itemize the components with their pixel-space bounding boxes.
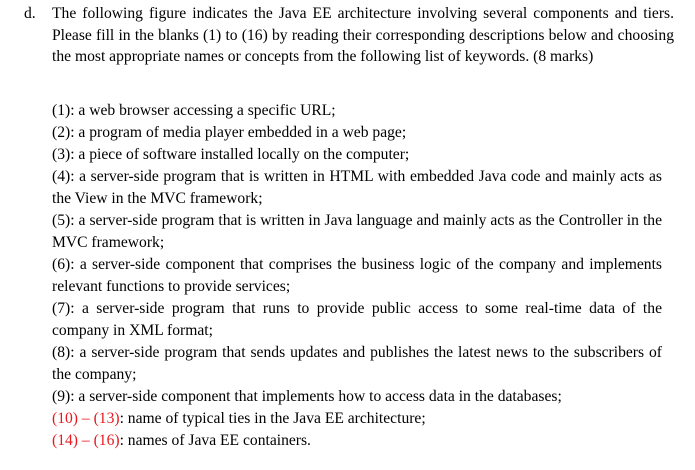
item-text: : a program of media player embedded in … <box>70 124 407 141</box>
item-number: (3) <box>52 146 71 163</box>
list-item: (14) – (16): names of Java EE containers… <box>52 430 662 452</box>
item-number-highlighted: (10) – (13) <box>52 410 120 427</box>
list-item: (2): a program of media player embedded … <box>52 122 662 144</box>
item-text: : name of typical ties in the Java EE ar… <box>119 410 426 427</box>
list-item: (10) – (13): name of typical ties in the… <box>52 408 662 430</box>
list-item: (3): a piece of software installed local… <box>52 144 662 166</box>
item-text: : a piece of software installed locally … <box>70 146 410 163</box>
item-text: : a server-side component that implement… <box>70 388 562 405</box>
item-number: (8) <box>52 344 71 361</box>
item-number: (1) <box>52 102 71 119</box>
question-d: d. The following figure indicates the Ja… <box>24 3 674 68</box>
list-item: (1): a web browser accessing a specific … <box>52 100 662 122</box>
question-label: d. <box>24 5 36 22</box>
item-number-highlighted: (14) – (16) <box>52 432 120 449</box>
item-text: : names of Java EE containers. <box>119 432 311 449</box>
list-item: (4): a server-side program that is writt… <box>52 166 662 210</box>
item-text: : a server-side program that is written … <box>52 168 662 207</box>
list-item: (9): a server-side component that implem… <box>52 386 662 408</box>
list-item: (8): a server-side program that sends up… <box>52 342 662 386</box>
item-text: : a server-side program that runs to pro… <box>52 300 662 339</box>
list-item: (5): a server-side program that is writt… <box>52 210 662 254</box>
item-number: (9) <box>52 388 71 405</box>
item-text: : a web browser accessing a specific URL… <box>70 102 336 119</box>
item-text: : a server-side program that sends updat… <box>52 344 662 383</box>
item-number: (4) <box>52 168 71 185</box>
item-number: (7) <box>52 300 71 317</box>
item-text: : a server-side component that comprises… <box>52 256 662 295</box>
question-text: The following figure indicates the Java … <box>52 5 674 65</box>
item-number: (6) <box>52 256 71 273</box>
description-list: (1): a web browser accessing a specific … <box>52 100 662 452</box>
item-number: (2) <box>52 124 71 141</box>
item-text: : a server-side program that is written … <box>52 212 662 251</box>
item-number: (5) <box>52 212 71 229</box>
list-item: (7): a server-side program that runs to … <box>52 298 662 342</box>
list-item: (6): a server-side component that compri… <box>52 254 662 298</box>
